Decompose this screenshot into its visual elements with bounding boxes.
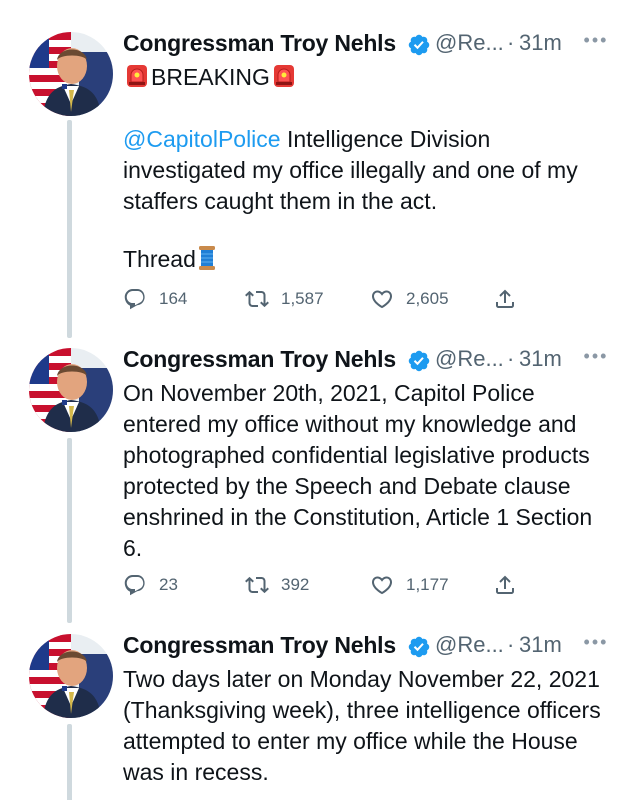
author-name[interactable]: Congressman Troy Nehls — [123, 30, 396, 57]
verified-badge-icon — [408, 636, 430, 658]
thread-spool-emoji-icon — [198, 246, 215, 270]
timestamp[interactable]: 31m — [519, 632, 562, 658]
retweet-icon — [245, 576, 269, 594]
like-count: 2,605 — [406, 289, 449, 308]
avatar[interactable] — [29, 348, 113, 432]
heart-icon — [371, 290, 393, 309]
retweet-icon — [245, 290, 269, 308]
retweet-button[interactable]: 1,587 — [245, 284, 324, 314]
share-button[interactable] — [493, 570, 529, 600]
author-name[interactable]: Congressman Troy Nehls — [123, 346, 396, 373]
like-button[interactable]: 2,605 — [370, 284, 449, 314]
reply-icon — [124, 575, 145, 596]
share-icon — [496, 289, 514, 308]
mention-link[interactable]: @CapitolPolice — [123, 126, 281, 152]
tweet-actions: 23 392 1,177 — [123, 570, 543, 600]
retweet-count: 392 — [281, 575, 310, 594]
author-name[interactable]: Congressman Troy Nehls — [123, 632, 396, 659]
thread-label-line: Thread — [123, 244, 613, 275]
avatar[interactable] — [29, 32, 113, 116]
thread-connector-line — [67, 120, 72, 338]
author-handle[interactable]: @Re... — [435, 632, 504, 658]
siren-emoji-icon — [127, 65, 147, 87]
more-options-icon[interactable]: ••• — [578, 346, 614, 374]
verified-badge-icon — [408, 350, 430, 372]
verified-badge-icon — [408, 34, 430, 56]
timestamp[interactable]: 31m — [519, 30, 562, 56]
thread-label: Thread — [123, 246, 196, 272]
author-handle[interactable]: @Re... — [435, 346, 504, 372]
tweet-text: Two days later on Monday November 22, 20… — [123, 666, 601, 785]
retweet-button[interactable]: 392 — [245, 570, 309, 600]
timestamp[interactable]: 31m — [519, 346, 562, 372]
tweet-text: On November 20th, 2021, Capitol Police e… — [123, 380, 593, 561]
more-options-icon[interactable]: ••• — [578, 632, 614, 660]
share-button[interactable] — [493, 284, 529, 314]
separator-dot: · — [507, 30, 515, 55]
tweet-header: Congressman Troy Nehls @Re... · 31m ••• — [123, 346, 623, 382]
separator-dot: · — [507, 632, 515, 657]
thread-connector-line — [67, 438, 72, 623]
breaking-line: BREAKING — [123, 62, 298, 93]
like-button[interactable]: 1,177 — [370, 570, 449, 600]
reply-count: 164 — [159, 289, 188, 308]
thread-connector-line — [67, 724, 72, 800]
reply-button[interactable]: 23 — [123, 570, 178, 600]
reply-count: 23 — [159, 575, 178, 594]
tweet-header: Congressman Troy Nehls @Re... · 31m ••• — [123, 632, 623, 668]
separator-dot: · — [507, 346, 515, 371]
tweet-header: Congressman Troy Nehls @Re... · 31m ••• — [123, 30, 623, 66]
share-icon — [496, 575, 514, 594]
reply-button[interactable]: 164 — [123, 284, 187, 314]
avatar[interactable] — [29, 634, 113, 718]
reply-icon — [124, 289, 145, 310]
heart-icon — [371, 576, 393, 595]
more-options-icon[interactable]: ••• — [578, 30, 614, 58]
siren-emoji-icon — [273, 65, 294, 87]
tweet-actions: 164 1,587 2,605 — [123, 284, 543, 314]
like-count: 1,177 — [406, 575, 449, 594]
retweet-count: 1,587 — [281, 289, 324, 308]
breaking-label: BREAKING — [151, 64, 270, 90]
tweet-text: @CapitolPolice Intelligence Division inv… — [123, 124, 613, 217]
author-handle[interactable]: @Re... — [435, 30, 504, 56]
